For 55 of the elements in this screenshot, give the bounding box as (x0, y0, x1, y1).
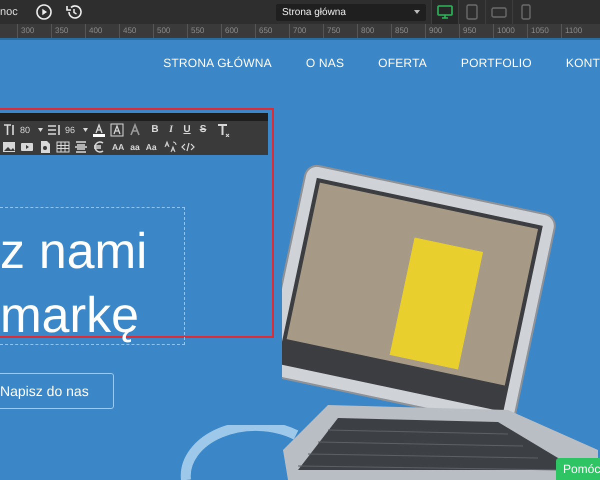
case-button[interactable]: Aa (146, 142, 157, 152)
image-icon[interactable] (2, 140, 16, 154)
strikethrough-button[interactable]: S (198, 124, 208, 135)
caret-icon (38, 128, 44, 132)
case-button[interactable]: aa (130, 142, 140, 152)
file-icon[interactable] (38, 140, 52, 154)
menu-label[interactable]: noc (0, 6, 22, 18)
nav-link[interactable]: OFERTA (378, 56, 427, 90)
currency-icon[interactable] (92, 140, 106, 154)
ruler-label: 800 (357, 24, 391, 38)
ruler-label: 400 (85, 24, 119, 38)
case-button[interactable]: AA (112, 142, 124, 152)
caret-icon (83, 128, 88, 132)
align-icon[interactable] (74, 140, 88, 154)
table-icon[interactable] (56, 140, 70, 154)
ruler-label: 450 (119, 24, 153, 38)
italic-button[interactable]: I (166, 124, 176, 135)
nav-link[interactable]: O NAS (306, 56, 344, 90)
bold-button[interactable]: B (150, 124, 160, 135)
line-height-icon[interactable] (47, 122, 62, 136)
hero-heading-line: markę (0, 286, 140, 345)
nav-link[interactable]: KONT (566, 56, 600, 90)
ruler-label: 300 (17, 24, 51, 38)
font-size-icon[interactable] (2, 122, 16, 136)
ruler-label: 650 (255, 24, 289, 38)
highlight-icon[interactable] (110, 122, 124, 136)
desktop-icon[interactable] (437, 4, 453, 20)
text-color-icon[interactable] (92, 122, 106, 136)
ruler-label: 750 (323, 24, 357, 38)
caret-icon[interactable] (414, 10, 420, 14)
change-case-icon[interactable] (162, 140, 177, 154)
ruler-label: 500 (153, 24, 187, 38)
ruler-label: 350 (51, 24, 85, 38)
text-shadow-icon[interactable] (128, 122, 142, 136)
font-size-field[interactable]: 80 (20, 124, 44, 134)
contact-button[interactable]: Napisz do nas (0, 373, 114, 409)
play-icon[interactable] (35, 3, 53, 21)
underline-button[interactable]: U (182, 124, 192, 135)
ruler-label: 700 (289, 24, 323, 38)
nav-link[interactable]: PORTFOLIO (460, 56, 532, 90)
ruler-label: 550 (187, 24, 221, 38)
clear-format-icon[interactable] (216, 122, 230, 136)
ruler-label: 1100 (561, 24, 595, 38)
nav-link[interactable]: STRONA GŁÓWNA (163, 56, 272, 90)
ruler-label: 600 (221, 24, 255, 38)
history-icon[interactable] (65, 3, 83, 21)
ruler-label: 850 (391, 24, 425, 38)
page-select[interactable]: Strona główna (276, 4, 426, 20)
ruler-label: 1000 (493, 24, 527, 38)
ruler-label: 1050 (527, 24, 561, 38)
ruler-label: 900 (425, 24, 459, 38)
line-height-field[interactable]: 96 (65, 124, 88, 134)
tablet-icon[interactable] (464, 4, 480, 20)
hero-heading-line: z nami (0, 222, 148, 281)
ruler-label: 950 (459, 24, 493, 38)
